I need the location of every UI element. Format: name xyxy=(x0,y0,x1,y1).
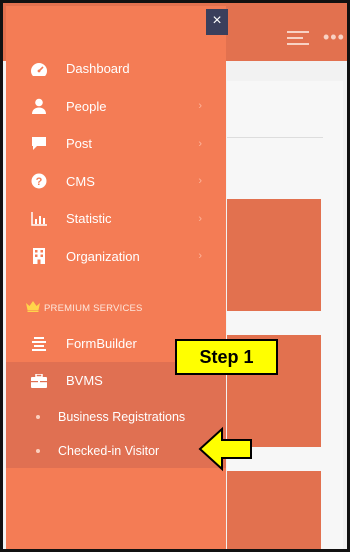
sidebar-item-label: Dashboard xyxy=(66,61,130,77)
building-icon xyxy=(30,247,48,265)
crown-icon xyxy=(26,301,40,315)
sidebar-item-statistic[interactable]: Statistic › xyxy=(6,200,226,238)
bvms-submenu: Business Registrations Checked-in Visito… xyxy=(6,400,226,468)
sidebar-item-cms[interactable]: ? CMS › xyxy=(6,163,226,201)
chevron-right-icon: › xyxy=(198,175,202,188)
premium-services-heading: PREMIUM SERVICES xyxy=(26,301,143,315)
person-icon xyxy=(30,97,48,115)
chevron-right-icon: › xyxy=(198,100,202,113)
bvms-section: BVMS Business Registrations Checked-in V… xyxy=(6,362,226,468)
main-nav: Dashboard People › Post › ? CMS › Statis… xyxy=(6,50,226,275)
submenu-item-label: Business Registrations xyxy=(58,410,186,424)
chevron-right-icon: › xyxy=(198,250,202,263)
comment-icon xyxy=(30,135,48,153)
chevron-right-icon: › xyxy=(198,212,202,225)
content-divider xyxy=(227,137,323,138)
app-frame: ••• × Dashboard People › Post › ? CMS › … xyxy=(0,0,350,552)
step-annotation-label: Step 1 xyxy=(175,339,278,375)
sidebar-item-post[interactable]: Post › xyxy=(6,125,226,163)
sidebar-item-dashboard[interactable]: Dashboard xyxy=(6,50,226,88)
hamburger-menu-icon[interactable] xyxy=(287,31,309,45)
submenu-item-label: Checked-in Visitor xyxy=(58,444,160,458)
svg-text:?: ? xyxy=(36,176,43,188)
left-arrow-icon xyxy=(198,426,252,472)
submenu-item-business-registrations[interactable]: Business Registrations xyxy=(6,400,226,434)
dashboard-icon xyxy=(30,60,48,78)
sidebar-item-people[interactable]: People › xyxy=(6,88,226,126)
bullet-icon xyxy=(36,449,40,453)
bullet-icon xyxy=(36,415,40,419)
content-card xyxy=(227,471,321,549)
content-card xyxy=(227,199,321,311)
submenu-item-checked-in-visitor[interactable]: Checked-in Visitor xyxy=(6,434,226,468)
chevron-right-icon: › xyxy=(198,137,202,150)
align-center-icon xyxy=(30,335,48,353)
premium-services-label: PREMIUM SERVICES xyxy=(44,302,143,314)
close-drawer-button[interactable]: × xyxy=(206,9,228,35)
briefcase-icon xyxy=(30,372,48,390)
navigation-drawer: × Dashboard People › Post › ? CMS › Stat… xyxy=(6,6,228,549)
sidebar-item-organization[interactable]: Organization › xyxy=(6,238,226,276)
sidebar-item-label: BVMS xyxy=(66,373,103,388)
chart-icon xyxy=(30,210,48,228)
question-icon: ? xyxy=(30,172,48,190)
more-options-icon[interactable]: ••• xyxy=(323,27,345,48)
